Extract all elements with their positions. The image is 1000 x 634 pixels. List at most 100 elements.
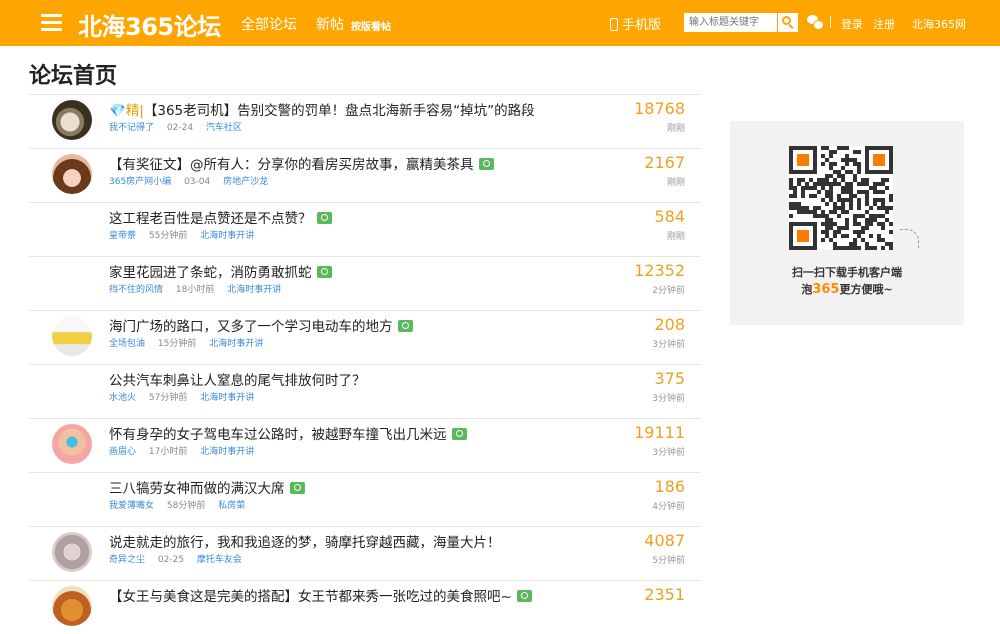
thread-row[interactable]: 海门广场的路口，又多了一个学习电动车的地方 全场包油 15分钟前 北海时事开讲 … (29, 310, 700, 364)
phone-icon (610, 18, 618, 31)
thread-row[interactable]: 【有奖征文】@所有人：分享你的看房买房故事，赢精美茶具 365房产网小编 03-… (29, 148, 700, 202)
thread-title[interactable]: 【女王与美食这是完美的搭配】女王节都来秀一张吃过的美食照吧~ (109, 585, 532, 605)
thread-author[interactable]: 画眉心 (109, 447, 136, 457)
thread-board[interactable]: 摩托车友会 (197, 555, 242, 565)
thread-board[interactable]: 北海时事开讲 (200, 447, 254, 457)
last-reply-time: 刚刚 (666, 178, 685, 188)
thread-post-time: 02-24 (166, 123, 194, 133)
camera-icon (478, 158, 494, 170)
reply-count: 12352 (634, 261, 685, 280)
user-avatar[interactable] (52, 424, 92, 464)
qr-caption-line1: 扫一扫下载手机客户端 (792, 266, 902, 279)
user-avatar[interactable] (52, 154, 92, 194)
thread-title[interactable]: 【有奖征文】@所有人：分享你的看房买房故事，赢精美茶具 (109, 153, 494, 173)
thread-author[interactable]: 挡不住的风情 (109, 285, 163, 295)
last-reply-time: 刚刚 (666, 232, 685, 242)
reply-count: 2167 (644, 153, 685, 172)
divider (830, 16, 831, 28)
reply-count: 2351 (644, 585, 685, 604)
thread-post-time: 17小时前 (148, 447, 188, 457)
user-avatar[interactable] (52, 316, 92, 356)
thread-meta: 画眉心 17小时前 北海时事开讲 (109, 444, 254, 457)
thread-author[interactable]: 365房产网小编 (109, 177, 171, 187)
user-avatar[interactable] (52, 532, 92, 572)
thread-meta: 水池火 57分钟前 北海时事开讲 (109, 390, 254, 403)
thread-title-text: 三八犒劳女神而做的满汉大席 (109, 481, 285, 497)
thread-post-time: 02-25 (157, 555, 185, 565)
thread-meta: 皇帝萘 55分钟前 北海时事开讲 (109, 228, 254, 241)
thread-row[interactable]: 怀有身孕的女子驾电车过公路时，被越野车撞飞出几米远 画眉心 17小时前 北海时事… (29, 418, 700, 472)
thread-post-time: 55分钟前 (148, 231, 188, 241)
thread-meta: 我爱薄嘴女 58分钟前 私房菜 (109, 498, 245, 511)
mobile-version-link[interactable]: 手机版 (610, 14, 661, 33)
thread-list: 💎精|【365老司机】告别交警的罚单！盘点北海新手容易“掉坑”的路段 我不记得了… (29, 94, 700, 634)
thread-author[interactable]: 全场包油 (109, 339, 145, 349)
thread-board[interactable]: 私房菜 (218, 501, 245, 511)
thread-meta: 全场包油 15分钟前 北海时事开讲 (109, 336, 263, 349)
thread-title[interactable]: 公共汽车刺鼻让人窒息的尾气排放何时了？ (109, 369, 366, 389)
thread-board[interactable]: 北海时事开讲 (200, 231, 254, 241)
register-link[interactable]: 注册 (873, 16, 895, 32)
last-reply-time: 3分钟前 (652, 448, 685, 458)
thread-row[interactable]: 说走就走的旅行，我和我追逐的梦，骑摩托穿越西藏，海量大片！ 奇异之尘 02-25… (29, 526, 700, 580)
thread-title[interactable]: 海门广场的路口，又多了一个学习电动车的地方 (109, 315, 413, 335)
nav-new-posts[interactable]: 新帖 (316, 14, 344, 34)
thread-title-text: 说走就走的旅行，我和我追逐的梦，骑摩托穿越西藏，海量大片！ (109, 535, 501, 551)
thread-author[interactable]: 我不记得了 (109, 123, 154, 133)
thread-post-time: 03-04 (184, 177, 211, 187)
camera-icon (316, 266, 332, 278)
wechat-icon[interactable] (807, 15, 824, 30)
qr-caption-post: 更方便哦~ (839, 283, 893, 296)
thread-title[interactable]: 💎精|【365老司机】告别交警的罚单！盘点北海新手容易“掉坑”的路段 (109, 99, 535, 119)
last-reply-time: 刚刚 (666, 124, 685, 134)
nav-all-forums[interactable]: 全部论坛 (241, 14, 297, 34)
site-logo[interactable]: 北海365论坛 (78, 7, 221, 42)
reply-count: 584 (654, 207, 685, 226)
user-avatar[interactable] (52, 100, 92, 140)
search-button[interactable] (777, 13, 798, 32)
thread-meta: 奇异之尘 02-25 摩托车友会 (109, 552, 242, 565)
thread-author[interactable]: 皇帝萘 (109, 231, 136, 241)
thread-author[interactable]: 水池火 (109, 393, 136, 403)
thread-title[interactable]: 三八犒劳女神而做的满汉大席 (109, 477, 305, 497)
login-link[interactable]: 登录 (841, 16, 863, 32)
reply-count: 186 (654, 477, 685, 496)
search-input[interactable] (684, 13, 777, 32)
reply-count: 19111 (634, 423, 685, 442)
user-avatar[interactable] (52, 586, 92, 626)
thread-board[interactable]: 汽车社区 (206, 123, 242, 133)
top-navigation-bar: 北海365论坛 全部论坛 新帖 按版看帖 手机版 登录 注册 北海365网 (0, 0, 1000, 46)
camera-icon (397, 320, 413, 332)
camera-icon (451, 428, 467, 440)
thread-board[interactable]: 北海时事开讲 (227, 285, 281, 295)
thread-title[interactable]: 这工程老百性是点赞还是不点赞？ (109, 207, 332, 227)
thread-board[interactable]: 北海时事开讲 (200, 393, 254, 403)
thread-meta: 挡不住的风情 18小时前 北海时事开讲 (109, 282, 281, 295)
thread-post-time: 15分钟前 (157, 339, 197, 349)
thread-title[interactable]: 说走就走的旅行，我和我追逐的梦，骑摩托穿越西藏，海量大片！ (109, 531, 501, 551)
thread-title-text: 公共汽车刺鼻让人窒息的尾气排放何时了？ (109, 373, 366, 389)
thread-post-time: 58分钟前 (166, 501, 206, 511)
thread-row[interactable]: 家里花园进了条蛇，消防勇敢抓蛇 挡不住的风情 18小时前 北海时事开讲 1235… (29, 256, 700, 310)
thread-board[interactable]: 房地产沙龙 (223, 177, 268, 187)
site-home-link[interactable]: 北海365网 (912, 16, 966, 32)
qr-code-image (789, 146, 893, 250)
thread-title-text: 海门广场的路口，又多了一个学习电动车的地方 (109, 319, 393, 335)
reply-count: 375 (654, 369, 685, 388)
thread-row[interactable]: 这工程老百性是点赞还是不点赞？ 皇帝萘 55分钟前 北海时事开讲 584 刚刚 (29, 202, 700, 256)
camera-icon (316, 212, 332, 224)
thread-row[interactable]: 公共汽车刺鼻让人窒息的尾气排放何时了？ 水池火 57分钟前 北海时事开讲 375… (29, 364, 700, 418)
thread-board[interactable]: 北海时事开讲 (209, 339, 263, 349)
thread-author[interactable]: 奇异之尘 (109, 555, 145, 565)
thread-row[interactable]: 💎精|【365老司机】告别交警的罚单！盘点北海新手容易“掉坑”的路段 我不记得了… (29, 94, 700, 148)
thread-title[interactable]: 怀有身孕的女子驾电车过公路时，被越野车撞飞出几米远 (109, 423, 467, 443)
thread-row[interactable]: 三八犒劳女神而做的满汉大席 我爱薄嘴女 58分钟前 私房菜 186 4分钟前 (29, 472, 700, 526)
thread-author[interactable]: 我爱薄嘴女 (109, 501, 154, 511)
arrow-doodle (900, 229, 919, 248)
camera-icon (516, 590, 532, 602)
thread-title[interactable]: 家里花园进了条蛇，消防勇敢抓蛇 (109, 261, 332, 281)
elite-badge: 精 (125, 103, 140, 119)
thread-row[interactable]: 【女王与美食这是完美的搭配】女王节都来秀一张吃过的美食照吧~ 2351 (29, 580, 700, 634)
hamburger-menu-icon[interactable] (41, 14, 62, 32)
nav-by-board[interactable]: 按版看帖 (351, 18, 391, 33)
